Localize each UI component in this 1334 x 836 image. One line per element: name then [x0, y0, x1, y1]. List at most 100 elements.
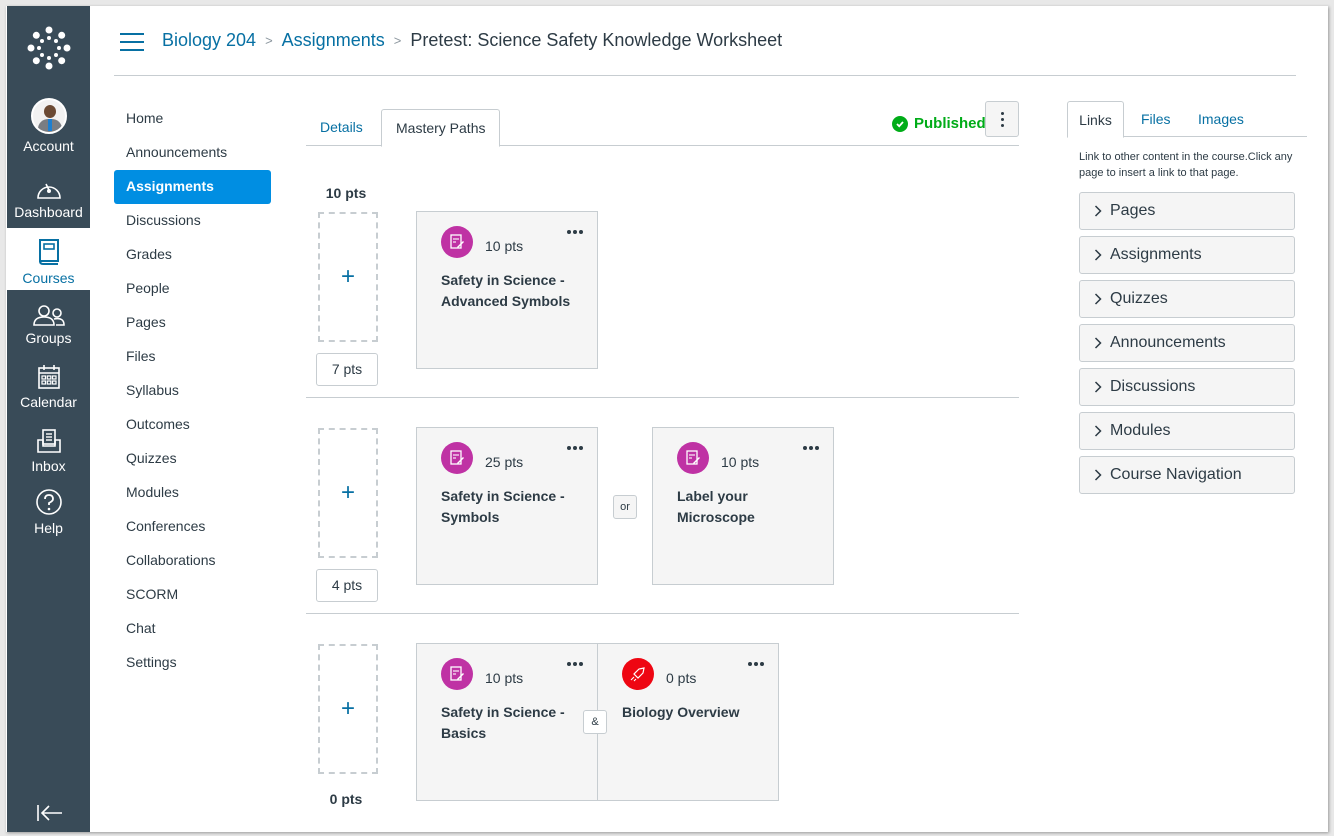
- course-nav-files[interactable]: Files: [114, 340, 271, 374]
- chevron-right-icon: [1094, 425, 1102, 437]
- course-nav-pages[interactable]: Pages: [114, 306, 271, 340]
- accordion-course-navigation[interactable]: Course Navigation: [1079, 456, 1295, 494]
- card-points: 0 pts: [666, 670, 697, 686]
- accordion-label: Discussions: [1110, 378, 1196, 395]
- assignment-card[interactable]: 10 pts Safety in Science - Advanced Symb…: [416, 211, 598, 369]
- course-nav-syllabus[interactable]: Syllabus: [114, 374, 271, 408]
- course-nav-chat[interactable]: Chat: [114, 612, 271, 646]
- course-nav-outcomes[interactable]: Outcomes: [114, 408, 271, 442]
- assignment-card[interactable]: 25 pts Safety in Science - Symbols: [416, 427, 598, 585]
- accordion-label: Assignments: [1110, 246, 1202, 263]
- content-selector-tabs: Links Files Images: [1067, 101, 1307, 138]
- canvas-logo-icon: [27, 26, 70, 70]
- accordion-label: Quizzes: [1110, 290, 1168, 307]
- tab-details[interactable]: Details: [306, 109, 377, 146]
- global-nav-calendar[interactable]: Calendar: [7, 356, 90, 410]
- plus-icon: +: [340, 479, 355, 506]
- assignment-icon: [677, 442, 709, 474]
- card-title[interactable]: Safety in Science - Advanced Symbols: [441, 270, 581, 312]
- plus-icon: +: [340, 695, 355, 722]
- inbox-icon: [36, 429, 61, 453]
- assignment-icon: [441, 226, 473, 258]
- course-nav-scorm[interactable]: SCORM: [114, 578, 271, 612]
- accordion-discussions[interactable]: Discussions: [1079, 368, 1295, 406]
- course-nav-conferences[interactable]: Conferences: [114, 510, 271, 544]
- global-nav-courses[interactable]: Courses: [7, 228, 90, 290]
- card-options-icon[interactable]: [746, 662, 764, 666]
- kebab-icon: [1000, 111, 1004, 115]
- course-nav-quizzes[interactable]: Quizzes: [114, 442, 271, 476]
- card-title[interactable]: Label your Microscope: [677, 486, 817, 528]
- assignment-card[interactable]: 10 pts Safety in Science - Basics: [416, 643, 598, 801]
- global-nav-label: Account: [23, 138, 74, 154]
- global-nav-help[interactable]: Help: [7, 482, 90, 536]
- conjunction-toggle[interactable]: &: [583, 710, 607, 734]
- more-options-button[interactable]: [985, 101, 1019, 137]
- global-nav-label: Inbox: [31, 458, 66, 474]
- card-title[interactable]: Safety in Science - Symbols: [441, 486, 581, 528]
- global-nav-inbox[interactable]: Inbox: [7, 420, 90, 474]
- accordion-announcements[interactable]: Announcements: [1079, 324, 1295, 362]
- quiz-rocket-icon: [622, 658, 654, 690]
- range-score-input[interactable]: 7 pts: [316, 353, 378, 386]
- accordion-pages[interactable]: Pages: [1079, 192, 1295, 230]
- card-points: 25 pts: [485, 454, 524, 470]
- chevron-right-icon: [1094, 469, 1102, 481]
- breadcrumb-separator: >: [393, 33, 402, 48]
- course-nav-collaborations[interactable]: Collaborations: [114, 544, 271, 578]
- tab-files[interactable]: Files: [1141, 101, 1171, 137]
- add-item-dropzone[interactable]: +: [318, 644, 378, 774]
- links-description: Link to other content in the course.Clic…: [1079, 151, 1293, 179]
- course-nav-grades[interactable]: Grades: [114, 238, 271, 272]
- course-nav-people[interactable]: People: [114, 272, 271, 306]
- global-nav-account[interactable]: Account: [7, 94, 90, 154]
- global-nav-groups[interactable]: Groups: [7, 292, 90, 346]
- breadcrumb-course-link[interactable]: Biology 204: [162, 30, 256, 51]
- card-options-icon[interactable]: [801, 446, 819, 450]
- card-options-icon[interactable]: [565, 662, 583, 666]
- course-nav: Home Announcements Assignments Discussio…: [114, 102, 271, 680]
- card-points: 10 pts: [485, 238, 524, 254]
- add-item-dropzone[interactable]: +: [318, 212, 378, 342]
- course-nav-announcements[interactable]: Announcements: [114, 136, 271, 170]
- course-nav-modules[interactable]: Modules: [114, 476, 271, 510]
- tab-mastery-paths[interactable]: Mastery Paths: [381, 109, 501, 147]
- chevron-right-icon: [1094, 205, 1102, 217]
- course-nav-assignments[interactable]: Assignments: [114, 170, 271, 204]
- tab-images[interactable]: Images: [1198, 101, 1244, 137]
- accordion-label: Pages: [1110, 202, 1156, 219]
- card-options-icon[interactable]: [565, 230, 583, 234]
- add-item-dropzone[interactable]: +: [318, 428, 378, 558]
- breadcrumb-assignments-link[interactable]: Assignments: [282, 30, 385, 51]
- courses-icon: [38, 239, 59, 265]
- canvas-logo[interactable]: [7, 20, 90, 76]
- quiz-card[interactable]: 0 pts Biology Overview: [597, 643, 779, 801]
- range-score-input[interactable]: 4 pts: [316, 569, 378, 602]
- conjunction-toggle[interactable]: or: [613, 495, 637, 519]
- range-divider: [306, 613, 1019, 614]
- published-status[interactable]: Published: [892, 115, 986, 132]
- plus-icon: +: [340, 263, 355, 290]
- tab-links[interactable]: Links: [1067, 101, 1124, 138]
- global-nav: Account Dashboard Courses Groups Calenda: [7, 6, 90, 832]
- global-nav-label: Courses: [22, 270, 75, 286]
- course-menu-toggle[interactable]: [120, 33, 144, 51]
- assignment-card[interactable]: 10 pts Label your Microscope: [652, 427, 834, 585]
- check-circle-icon: [892, 115, 908, 132]
- chevron-right-icon: [1094, 293, 1102, 305]
- course-nav-discussions[interactable]: Discussions: [114, 204, 271, 238]
- card-options-icon[interactable]: [565, 446, 583, 450]
- accordion-modules[interactable]: Modules: [1079, 412, 1295, 450]
- course-nav-settings[interactable]: Settings: [114, 646, 271, 680]
- chevron-right-icon: [1094, 249, 1102, 261]
- global-nav-label: Dashboard: [14, 204, 83, 220]
- global-nav-dashboard[interactable]: Dashboard: [7, 166, 90, 220]
- course-nav-home[interactable]: Home: [114, 102, 271, 136]
- collapse-nav-button[interactable]: [7, 798, 90, 828]
- card-points: 10 pts: [485, 670, 524, 686]
- calendar-icon: [37, 365, 60, 389]
- accordion-assignments[interactable]: Assignments: [1079, 236, 1295, 274]
- card-title[interactable]: Biology Overview: [622, 702, 762, 723]
- accordion-quizzes[interactable]: Quizzes: [1079, 280, 1295, 318]
- card-title[interactable]: Safety in Science - Basics: [441, 702, 581, 744]
